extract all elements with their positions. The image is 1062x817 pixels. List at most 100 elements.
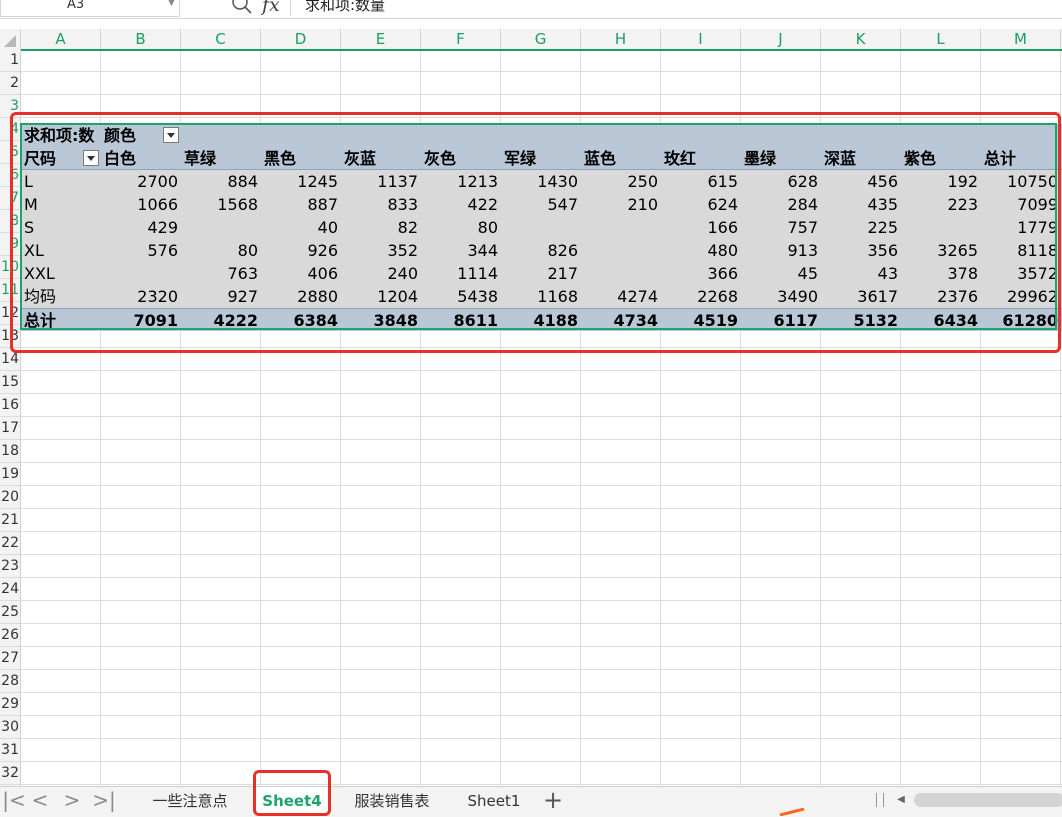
- add-sheet-button[interactable]: +: [540, 787, 566, 815]
- fx-icon[interactable]: fx: [262, 0, 280, 16]
- pivot-color-header[interactable]: 紫色: [901, 147, 981, 170]
- column-header-e[interactable]: E: [341, 29, 421, 49]
- size-label[interactable]: S: [21, 216, 101, 239]
- row-header-31[interactable]: 31: [0, 739, 20, 762]
- pivot-total-cell[interactable]: 8611: [421, 309, 501, 332]
- pivot-value-cell[interactable]: 624: [661, 193, 741, 216]
- pivot-value-field[interactable]: 求和项:数: [21, 124, 101, 147]
- pivot-value-cell[interactable]: 826: [501, 239, 581, 262]
- zoom-icon[interactable]: [230, 0, 254, 16]
- pivot-value-cell[interactable]: 356: [821, 239, 901, 262]
- pivot-value-cell[interactable]: 1114: [421, 262, 501, 285]
- pivot-value-cell[interactable]: 43: [821, 262, 901, 285]
- pivot-value-cell[interactable]: [581, 216, 661, 239]
- pivot-color-header[interactable]: 黑色: [261, 147, 341, 170]
- pivot-value-cell[interactable]: [901, 216, 981, 239]
- row-header-30[interactable]: 30: [0, 716, 20, 739]
- scroll-left-icon[interactable]: ◀: [890, 791, 912, 809]
- column-header-l[interactable]: L: [901, 29, 981, 49]
- column-filter-dropdown-icon[interactable]: [163, 127, 179, 143]
- tab-sheet1[interactable]: Sheet1: [456, 787, 532, 815]
- row-header-5[interactable]: 5: [0, 141, 20, 164]
- row-header-29[interactable]: 29: [0, 693, 20, 716]
- row-header-12[interactable]: 12: [0, 302, 20, 325]
- pivot-value-cell[interactable]: 2268: [661, 285, 741, 308]
- pivot-value-cell[interactable]: 4274: [581, 285, 661, 308]
- row-header-26[interactable]: 26: [0, 624, 20, 647]
- row-header-11[interactable]: 11: [0, 279, 20, 302]
- pivot-value-cell[interactable]: 1430: [501, 170, 581, 193]
- row-header-2[interactable]: 2: [0, 72, 20, 95]
- total-label[interactable]: 总计: [21, 309, 101, 332]
- pivot-value-cell[interactable]: 8118: [981, 239, 1061, 262]
- column-header-f[interactable]: F: [421, 29, 501, 49]
- column-header-h[interactable]: H: [581, 29, 661, 49]
- pivot-value-cell[interactable]: 7099: [981, 193, 1061, 216]
- column-header-d[interactable]: D: [261, 29, 341, 49]
- pivot-value-cell[interactable]: 435: [821, 193, 901, 216]
- pivot-value-cell[interactable]: [581, 239, 661, 262]
- row-header-22[interactable]: 22: [0, 532, 20, 555]
- pivot-value-cell[interactable]: 456: [821, 170, 901, 193]
- pivot-value-cell[interactable]: 352: [341, 239, 421, 262]
- pivot-value-cell[interactable]: 210: [581, 193, 661, 216]
- pivot-value-cell[interactable]: 833: [341, 193, 421, 216]
- column-header-a[interactable]: A: [21, 29, 101, 49]
- row-header-25[interactable]: 25: [0, 601, 20, 624]
- row-header-27[interactable]: 27: [0, 647, 20, 670]
- pivot-value-cell[interactable]: 615: [661, 170, 741, 193]
- pivot-value-cell[interactable]: 576: [101, 239, 181, 262]
- row-header-3[interactable]: 3: [0, 95, 20, 118]
- pivot-total-cell[interactable]: 4188: [501, 309, 581, 332]
- row-header-14[interactable]: 14: [0, 348, 20, 371]
- pivot-total-cell[interactable]: 61280: [981, 309, 1061, 332]
- pivot-color-header[interactable]: 玫红: [661, 147, 741, 170]
- size-label[interactable]: XXL: [21, 262, 101, 285]
- prev-sheet-nav-icon[interactable]: <: [26, 789, 54, 813]
- pivot-value-cell[interactable]: 429: [101, 216, 181, 239]
- pivot-total-cell[interactable]: 7091: [101, 309, 181, 332]
- row-header-17[interactable]: 17: [0, 417, 20, 440]
- pivot-value-cell[interactable]: 422: [421, 193, 501, 216]
- row-header-9[interactable]: 9: [0, 233, 20, 256]
- pivot-value-cell[interactable]: [181, 216, 261, 239]
- row-header-6[interactable]: 6: [0, 164, 20, 187]
- row-header-24[interactable]: 24: [0, 578, 20, 601]
- horizontal-scrollbar-thumb[interactable]: [914, 793, 1062, 807]
- row-header-7[interactable]: 7: [0, 187, 20, 210]
- size-label[interactable]: 均码: [21, 285, 101, 308]
- pivot-total-cell[interactable]: 3848: [341, 309, 421, 332]
- pivot-value-cell[interactable]: 80: [181, 239, 261, 262]
- tab-clothing-sales[interactable]: 服装销售表: [342, 787, 442, 815]
- pivot-value-cell[interactable]: 240: [341, 262, 421, 285]
- pivot-value-cell[interactable]: 3265: [901, 239, 981, 262]
- pivot-total-cell[interactable]: 4222: [181, 309, 261, 332]
- pivot-value-cell[interactable]: 82: [341, 216, 421, 239]
- pivot-color-header[interactable]: 灰蓝: [341, 147, 421, 170]
- pivot-value-cell[interactable]: 763: [181, 262, 261, 285]
- pivot-value-cell[interactable]: 2320: [101, 285, 181, 308]
- pivot-value-cell[interactable]: 223: [901, 193, 981, 216]
- pivot-value-cell[interactable]: 40: [261, 216, 341, 239]
- row-header-32[interactable]: 32: [0, 762, 20, 785]
- column-header-j[interactable]: J: [741, 29, 821, 49]
- column-header-b[interactable]: B: [101, 29, 181, 49]
- pivot-value-cell[interactable]: 192: [901, 170, 981, 193]
- pivot-value-cell[interactable]: 3617: [821, 285, 901, 308]
- row-header-10[interactable]: 10: [0, 256, 20, 279]
- pivot-value-cell[interactable]: 378: [901, 262, 981, 285]
- pivot-value-cell[interactable]: [101, 262, 181, 285]
- row-header-8[interactable]: 8: [0, 210, 20, 233]
- row-header-20[interactable]: 20: [0, 486, 20, 509]
- pivot-value-cell[interactable]: 2376: [901, 285, 981, 308]
- select-all-corner[interactable]: [0, 29, 21, 49]
- column-header-i[interactable]: I: [661, 29, 741, 49]
- pivot-total-cell[interactable]: 4734: [581, 309, 661, 332]
- pivot-total-cell[interactable]: 5132: [821, 309, 901, 332]
- row-header-21[interactable]: 21: [0, 509, 20, 532]
- row-header-18[interactable]: 18: [0, 440, 20, 463]
- pivot-value-cell[interactable]: [501, 216, 581, 239]
- pivot-color-header[interactable]: 深蓝: [821, 147, 901, 170]
- next-sheet-nav-icon[interactable]: >: [58, 789, 86, 813]
- pivot-color-header[interactable]: 灰色: [421, 147, 501, 170]
